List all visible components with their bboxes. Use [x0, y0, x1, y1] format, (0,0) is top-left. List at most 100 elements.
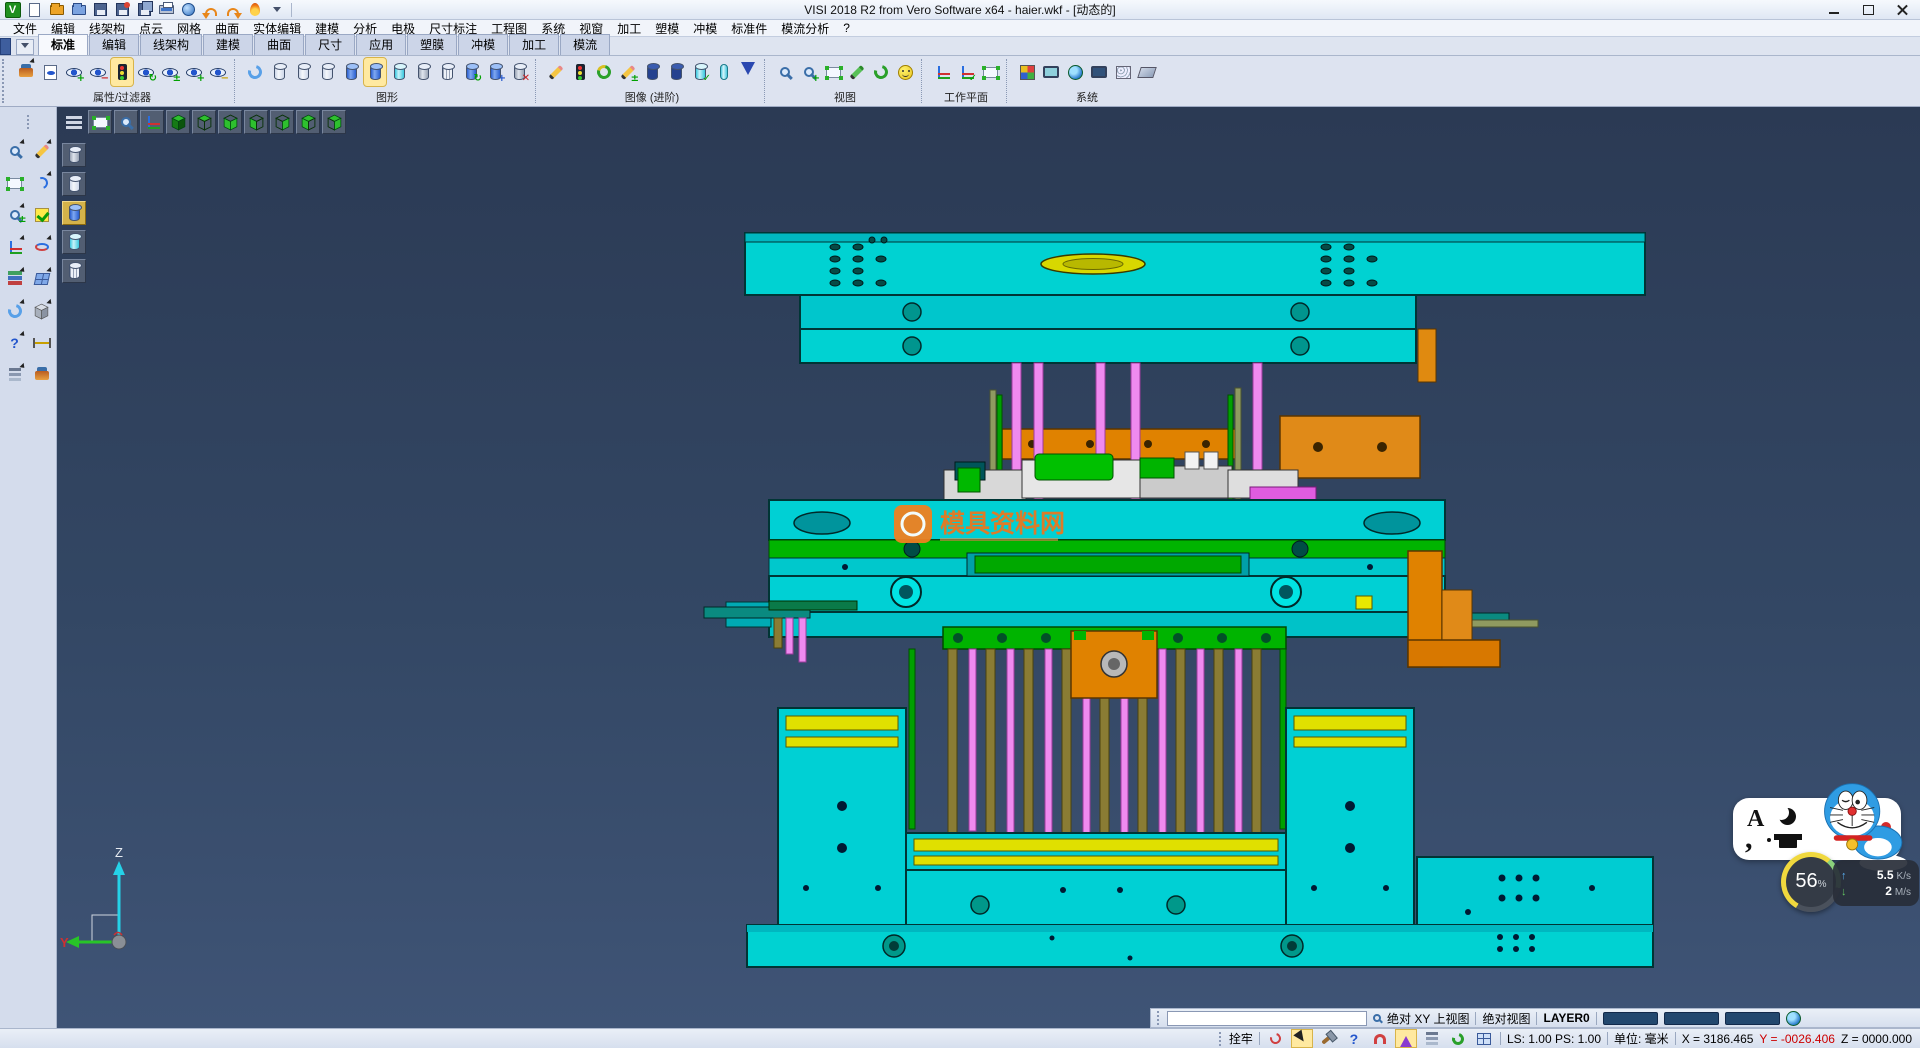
menu-flow-analysis[interactable]: 模流分析: [774, 20, 836, 37]
menu-die[interactable]: 冲模: [686, 20, 724, 37]
view-mode-indicator[interactable]: 绝对 XY 上视图: [1387, 1010, 1469, 1027]
cylinder-wire-icon[interactable]: [436, 58, 458, 86]
network-speed-panel[interactable]: ↑ 5.5 K/s ↓ 2 M/s: [1833, 860, 1919, 906]
save-all-icon[interactable]: [135, 1, 154, 18]
viewport-3d[interactable]: 模具资料网: [57, 107, 1920, 1028]
confirm-check-icon[interactable]: [30, 203, 54, 227]
visibility-minus-icon[interactable]: −: [207, 58, 229, 86]
tab-machining[interactable]: 加工: [509, 34, 559, 55]
refresh-view-icon[interactable]: [3, 299, 27, 323]
solid-navy-icon[interactable]: [641, 58, 663, 86]
cylinder-outline-icon-1[interactable]: [268, 58, 290, 86]
display-outline-cylinder-icon[interactable]: [62, 172, 86, 196]
slant-plane-icon[interactable]: [1136, 58, 1158, 86]
tab-wireframe[interactable]: 线架构: [140, 34, 202, 55]
save-as-icon[interactable]: [113, 1, 132, 18]
zoom-plus-minus-icon[interactable]: ±: [3, 203, 27, 227]
open-project-icon[interactable]: [69, 1, 88, 18]
ribbon-grip[interactable]: [2, 59, 9, 103]
halftone-grid-icon[interactable]: [1112, 58, 1134, 86]
curve-pencil-icon[interactable]: [30, 171, 54, 195]
tab-standard[interactable]: 标准: [38, 34, 88, 55]
tab-modeling[interactable]: 建模: [203, 34, 253, 55]
tab-dimension[interactable]: 尺寸: [305, 34, 355, 55]
erase-pencil-icon[interactable]: [30, 139, 54, 163]
context-help-icon[interactable]: ?: [1344, 1030, 1364, 1047]
restore-button[interactable]: [1854, 1, 1882, 18]
snap-lock-label[interactable]: 拴牢: [1229, 1030, 1253, 1047]
menu-help[interactable]: ?: [836, 21, 857, 35]
pencil-plus-minus-icon[interactable]: ±: [617, 58, 639, 86]
menu-machining[interactable]: 加工: [610, 20, 648, 37]
visibility-plus-icon[interactable]: +: [183, 58, 205, 86]
layer-books-icon[interactable]: [3, 363, 27, 387]
monitor-settings-icon[interactable]: [1040, 58, 1062, 86]
workplane-xy-icon[interactable]: [931, 58, 953, 86]
view-cube-left-icon[interactable]: [296, 110, 320, 134]
cone-snap-icon[interactable]: [1396, 1030, 1416, 1047]
zoom-all-icon[interactable]: [774, 58, 796, 86]
toolbar-dock-grip[interactable]: [0, 38, 11, 55]
tab-edit[interactable]: 编辑: [89, 34, 139, 55]
graphics-refresh-icon[interactable]: [244, 58, 266, 86]
undo-icon[interactable]: [201, 1, 220, 18]
smiley-render-icon[interactable]: [894, 58, 916, 86]
cylinder-blue-icon[interactable]: [340, 58, 362, 86]
traffic-light-advanced-icon[interactable]: [569, 58, 591, 86]
search-icon[interactable]: [1373, 1014, 1381, 1022]
snap-lock-red-icon[interactable]: [1266, 1030, 1286, 1047]
window-panes-icon[interactable]: [30, 267, 54, 291]
active-layer-indicator[interactable]: LAYER0: [1543, 1011, 1589, 1025]
paint-brush-icon[interactable]: [30, 363, 54, 387]
item-preview-icon[interactable]: [39, 58, 61, 86]
monitor-config-icon[interactable]: [1088, 58, 1110, 86]
rotate-green-icon[interactable]: [1448, 1030, 1468, 1047]
units-indicator[interactable]: 单位: 毫米: [1614, 1030, 1669, 1047]
color-grid-icon[interactable]: [1016, 58, 1038, 86]
color-swatch-3[interactable]: [1725, 1012, 1780, 1025]
visibility-add-icon[interactable]: +: [63, 58, 85, 86]
attribute-recycle-icon[interactable]: [593, 58, 615, 86]
dynamic-view-icon[interactable]: [3, 139, 27, 163]
display-gray-cylinder-icon[interactable]: [62, 143, 86, 167]
grid-window-icon[interactable]: [1474, 1030, 1494, 1047]
color-swatch-2[interactable]: [1664, 1012, 1719, 1025]
viewport-menu-icon[interactable]: [62, 110, 86, 134]
view-cube-back-icon[interactable]: [270, 110, 294, 134]
minimize-button[interactable]: [1820, 1, 1848, 18]
scale-indicator[interactable]: LS: 1.00 PS: 1.00: [1507, 1032, 1601, 1046]
solid-navy-icon-2[interactable]: [665, 58, 687, 86]
cylinder-blue-active-icon[interactable]: [364, 58, 386, 86]
workplane-axis-icon[interactable]: ✓: [955, 58, 977, 86]
new-document-icon[interactable]: [25, 1, 44, 18]
magnet-snap-icon[interactable]: [1370, 1030, 1390, 1047]
cylinder-outline-icon-3[interactable]: [316, 58, 338, 86]
menu-mold[interactable]: 塑模: [648, 20, 686, 37]
spline-edit-icon[interactable]: [30, 235, 54, 259]
tab-flow[interactable]: 模流: [560, 34, 610, 55]
rotate-view-icon[interactable]: [870, 58, 892, 86]
cylinder-outline-icon-2[interactable]: [292, 58, 314, 86]
view-cube-bottom-icon[interactable]: [218, 110, 242, 134]
paint-v-icon[interactable]: [737, 58, 759, 86]
redo-icon[interactable]: [223, 1, 242, 18]
print-icon[interactable]: [157, 1, 176, 18]
view-cube-front-icon[interactable]: [244, 110, 268, 134]
preview-icon[interactable]: [179, 1, 198, 18]
cylinder-recycle-icon[interactable]: ↻: [460, 58, 482, 86]
globe-status-icon[interactable]: [1786, 1011, 1801, 1026]
status-grip[interactable]: [1219, 1032, 1223, 1046]
save-icon[interactable]: [91, 1, 110, 18]
tab-surface[interactable]: 曲面: [254, 34, 304, 55]
display-light-cylinder-icon[interactable]: [62, 230, 86, 254]
menu-standard-parts[interactable]: 标准件: [724, 20, 774, 37]
view-reference-indicator[interactable]: 绝对视图: [1482, 1010, 1530, 1027]
cylinder-cyan-icon[interactable]: [388, 58, 410, 86]
tool-hammer-icon[interactable]: [1318, 1030, 1338, 1047]
layer-bars-icon[interactable]: [1422, 1030, 1442, 1047]
hot-restart-icon[interactable]: [245, 1, 264, 18]
tab-list-dropdown[interactable]: [16, 39, 34, 55]
help-question-icon[interactable]: ?: [3, 331, 27, 355]
cyan-tube-icon[interactable]: [713, 58, 735, 86]
status-grip[interactable]: [1157, 1011, 1161, 1025]
